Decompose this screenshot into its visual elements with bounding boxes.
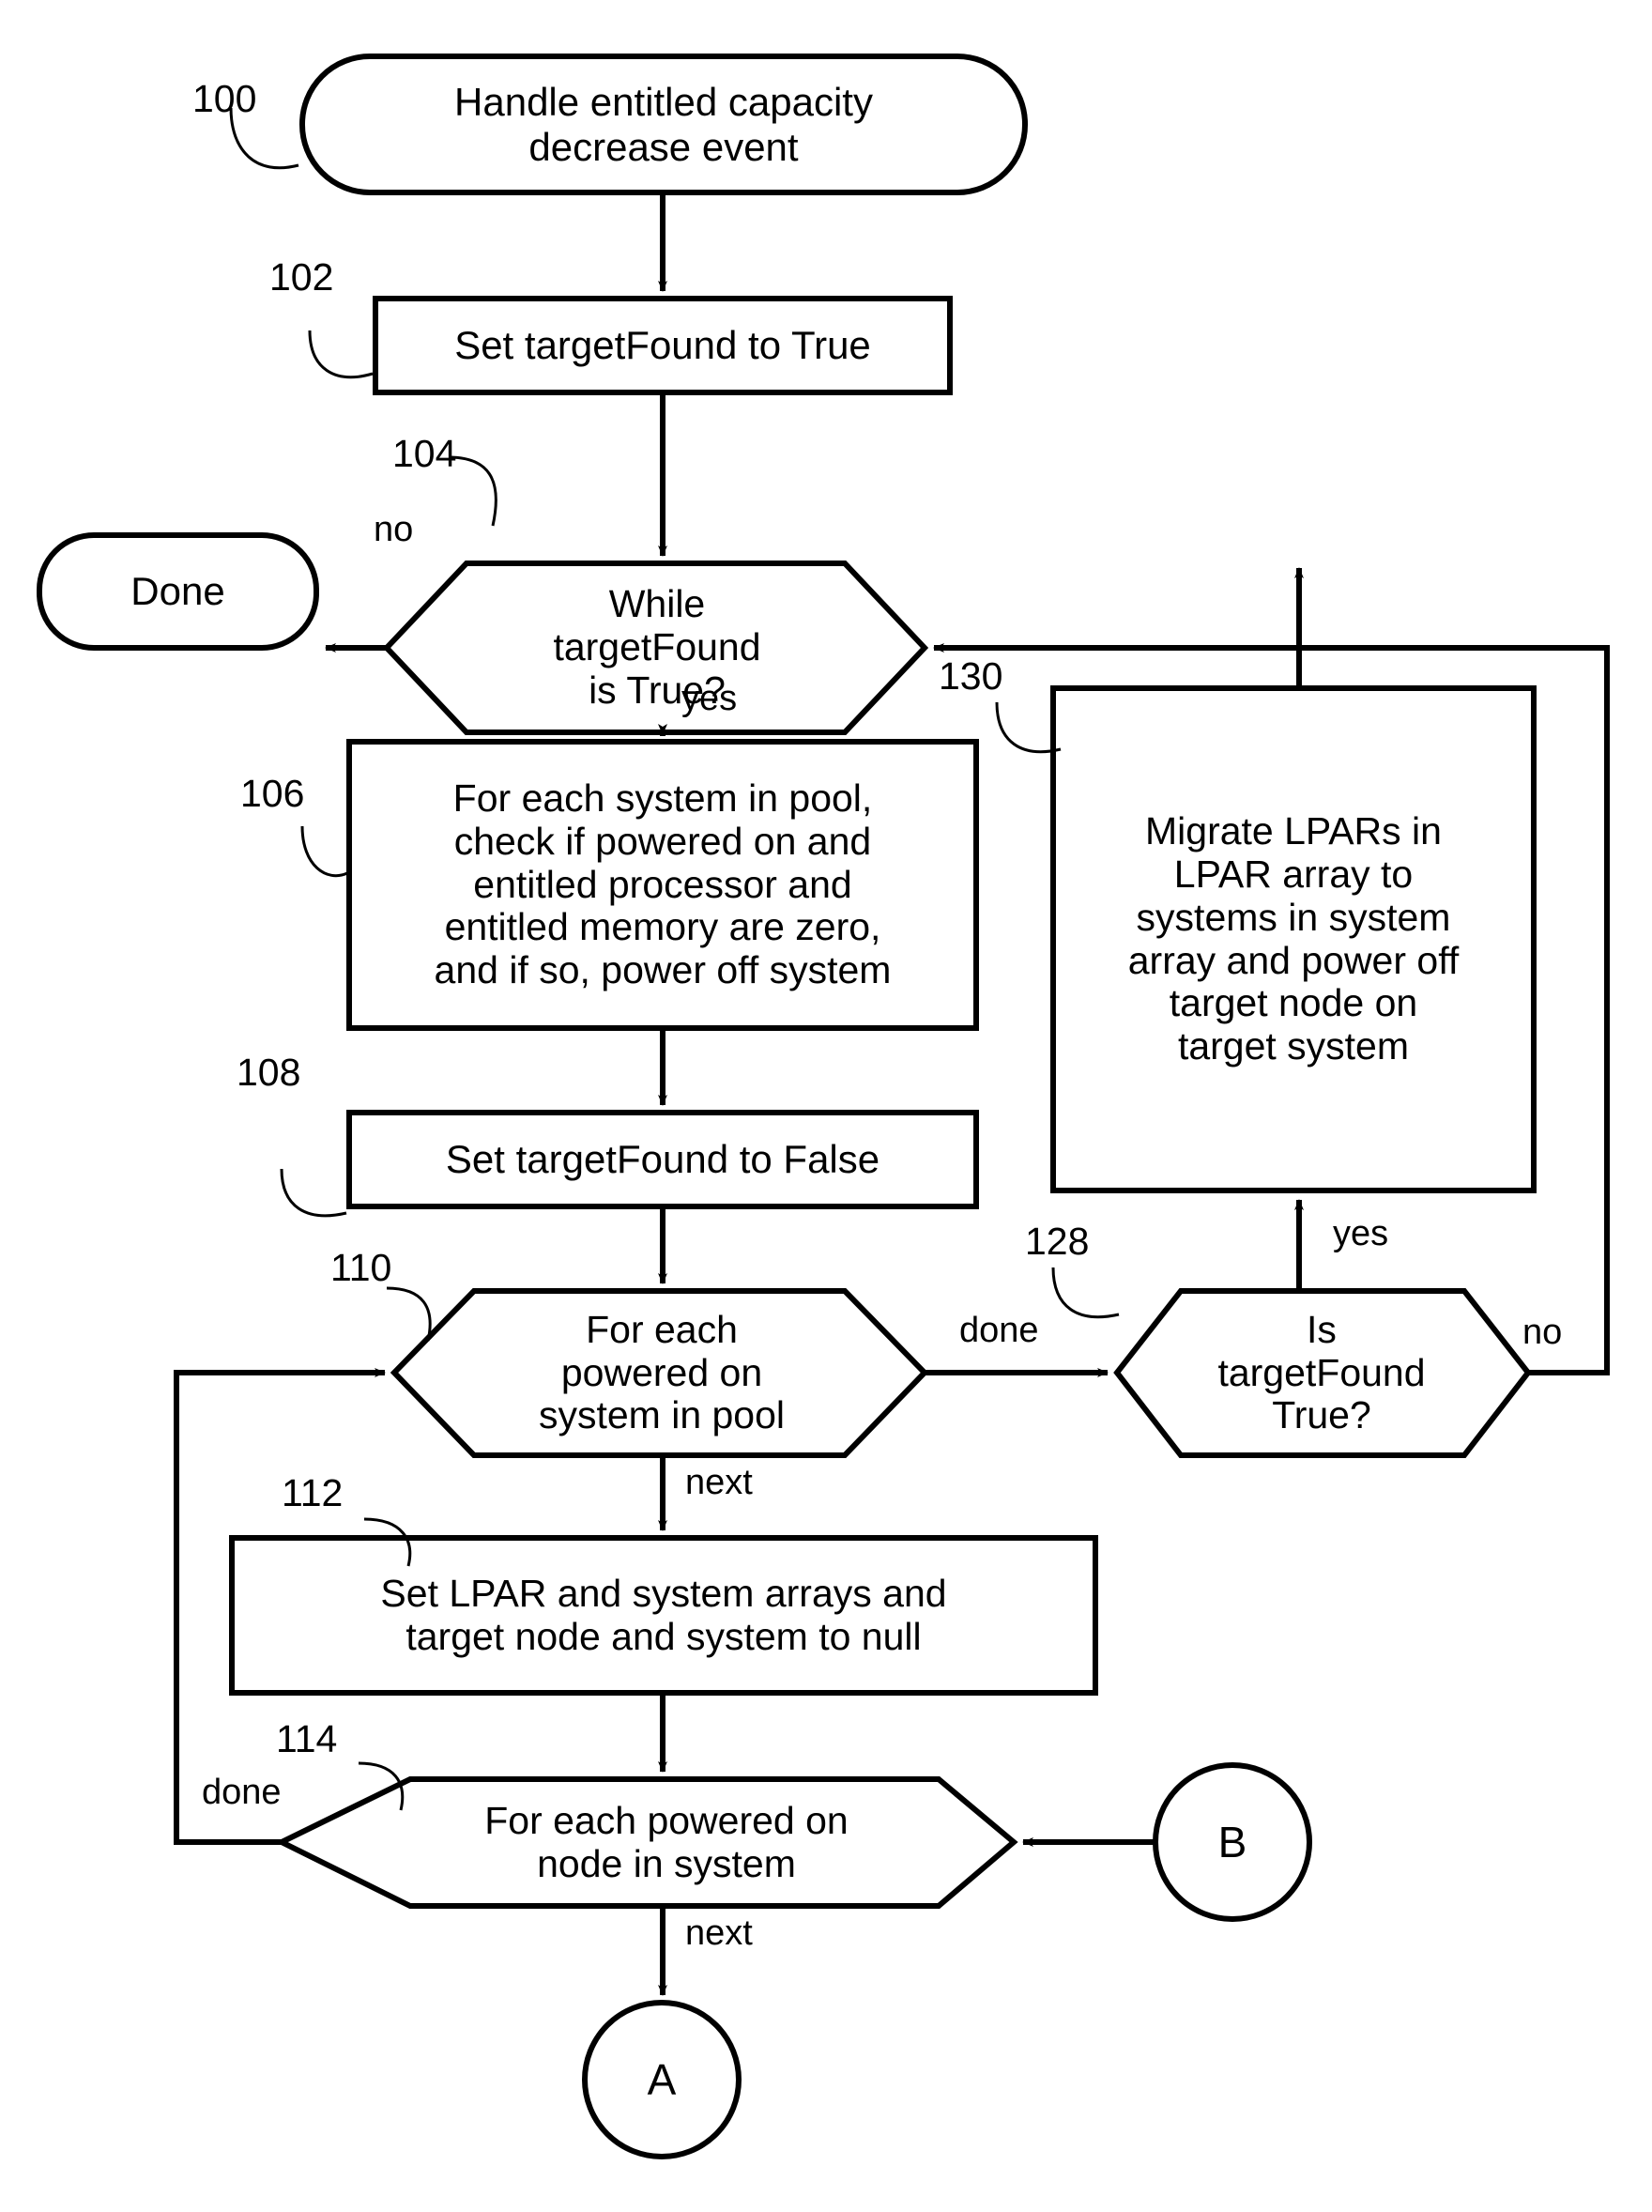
edge-label-node-done: done: [202, 1773, 282, 1812]
shape-done: [37, 532, 319, 651]
ref-number-112: 112: [282, 1471, 344, 1514]
flowchart-page: Handle entitled capacity decrease event …: [0, 0, 1652, 2212]
leader-102: [308, 330, 374, 379]
leader-108: [280, 1168, 347, 1218]
shape-for-each-system: [390, 1288, 929, 1458]
shape-set-true: [373, 296, 953, 395]
ref-number-102: 102: [269, 255, 334, 299]
shape-check-systems: [346, 739, 979, 1031]
ref-number-100: 100: [192, 77, 257, 120]
edge-label-system-next: next: [685, 1463, 753, 1502]
shape-start: [299, 54, 1028, 195]
flowchart-canvas: [37, 54, 1610, 2159]
ref-number-114: 114: [276, 1717, 338, 1760]
edge-label-target-yes: yes: [1333, 1214, 1389, 1253]
ref-number-110: 110: [330, 1246, 392, 1289]
connector-a-label: A: [647, 2055, 677, 2104]
leader-128: [1051, 1267, 1120, 1319]
shape-for-each-node: [275, 1776, 1018, 1909]
edge-label-node-next: next: [685, 1913, 753, 1953]
ref-number-130: 130: [939, 654, 1003, 698]
ref-number-106: 106: [240, 772, 305, 815]
leader-110: [386, 1286, 432, 1342]
ref-number-108: 108: [237, 1051, 301, 1094]
edge-label-while-no: no: [374, 510, 414, 549]
ref-number-128: 128: [1025, 1220, 1090, 1263]
leader-106: [300, 825, 348, 878]
shape-set-false: [346, 1110, 979, 1209]
edge-label-target-no: no: [1522, 1313, 1563, 1352]
edge-label-while-yes: yes: [681, 679, 738, 718]
connector-b-label: B: [1217, 1818, 1247, 1866]
shape-is-target-found: [1113, 1288, 1532, 1458]
shape-migrate: [1050, 685, 1537, 1193]
shape-set-arrays-null: [229, 1535, 1098, 1696]
shape-while: [382, 561, 929, 735]
edge-label-system-done: done: [959, 1311, 1039, 1350]
ref-number-104: 104: [392, 432, 457, 475]
